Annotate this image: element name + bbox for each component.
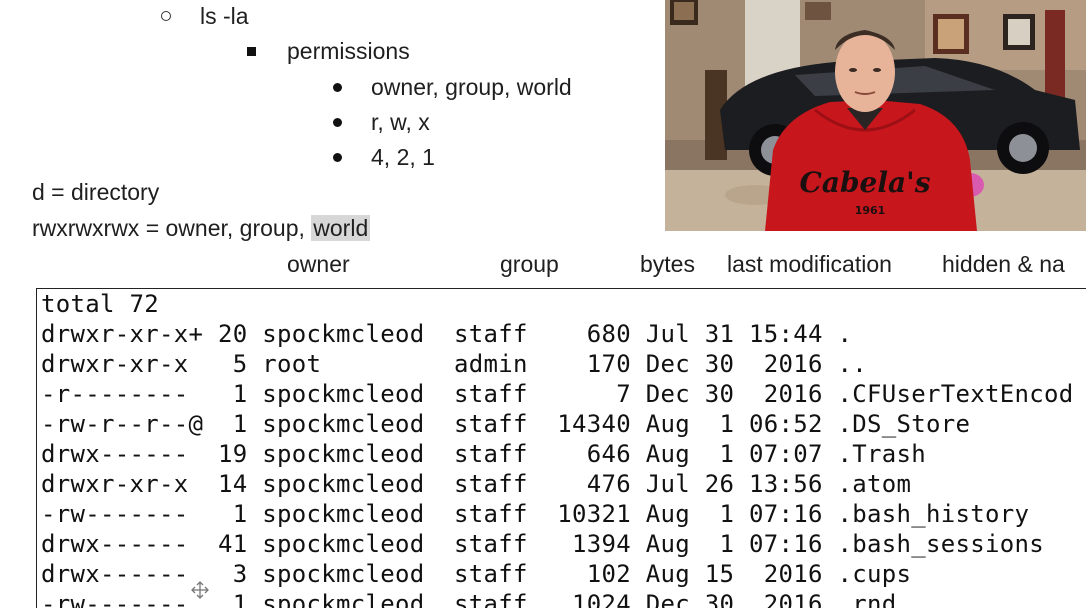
hoodie-year-text: 1961: [855, 204, 886, 217]
sub-bullet-numbers: 4, 2, 1: [371, 144, 435, 170]
terminal-line: drwx------ 19 spockmcleod staff 646 Aug …: [41, 440, 926, 468]
column-group: group: [500, 251, 559, 277]
dot-bullet-icon: [333, 153, 342, 162]
dot-bullet-icon: [333, 83, 342, 92]
sub-bullet-rwx: r, w, x: [371, 109, 430, 135]
terminal-line: drwxr-xr-x 14 spockmcleod staff 476 Jul …: [41, 470, 912, 498]
terminal-line: -rw------- 1 spockmcleod staff 1024 Dec …: [41, 590, 897, 608]
column-bytes: bytes: [640, 251, 695, 277]
rwx-line-text: rwxrwxrwx = owner, group,: [32, 215, 312, 241]
terminal-line: drwxr-xr-x+ 20 spockmcleod staff 680 Jul…: [41, 320, 853, 348]
square-bullet-icon: [247, 47, 256, 56]
hoodie-logo-text: Cabela's: [800, 166, 931, 199]
terminal-line: total 72: [41, 290, 159, 318]
sub-bullet-owner-group-world: owner, group, world: [371, 74, 572, 100]
terminal-line: drwx------ 41 spockmcleod staff 1394 Aug…: [41, 530, 1044, 558]
terminal-line: drwx------ 3 spockmcleod staff 102 Aug 1…: [41, 560, 912, 588]
terminal-output: total 72 drwxr-xr-x+ 20 spockmcleod staf…: [36, 288, 1086, 608]
circle-bullet-icon: [161, 11, 171, 21]
terminal-line: -rw------- 1 spockmcleod staff 10321 Aug…: [41, 500, 1030, 528]
column-last-modification: last modification: [727, 251, 892, 277]
terminal-line: -rw-r--r--@ 1 spockmcleod staff 14340 Au…: [41, 410, 971, 438]
presenter-video[interactable]: Cabela's 1961: [665, 0, 1086, 231]
terminal-line: -r-------- 1 spockmcleod staff 7 Dec 30 …: [41, 380, 1074, 408]
column-owner: owner: [287, 251, 350, 277]
move-cursor-icon: [191, 581, 209, 599]
presenter-video-frame: Cabela's 1961: [665, 0, 1086, 231]
world-highlight: world: [311, 215, 371, 241]
rwx-line: rwxrwxrwx = owner, group, world: [32, 213, 371, 243]
directory-line: d = directory: [32, 179, 160, 205]
terminal-line: drwxr-xr-x 5 root admin 170 Dec 30 2016 …: [41, 350, 867, 378]
column-labels: owner group bytes last modification hidd…: [0, 248, 1086, 280]
column-hidden-name: hidden & na: [942, 251, 1065, 277]
permissions-label: permissions: [287, 38, 410, 64]
ls-label: ls -la: [200, 3, 249, 29]
dot-bullet-icon: [333, 118, 342, 127]
